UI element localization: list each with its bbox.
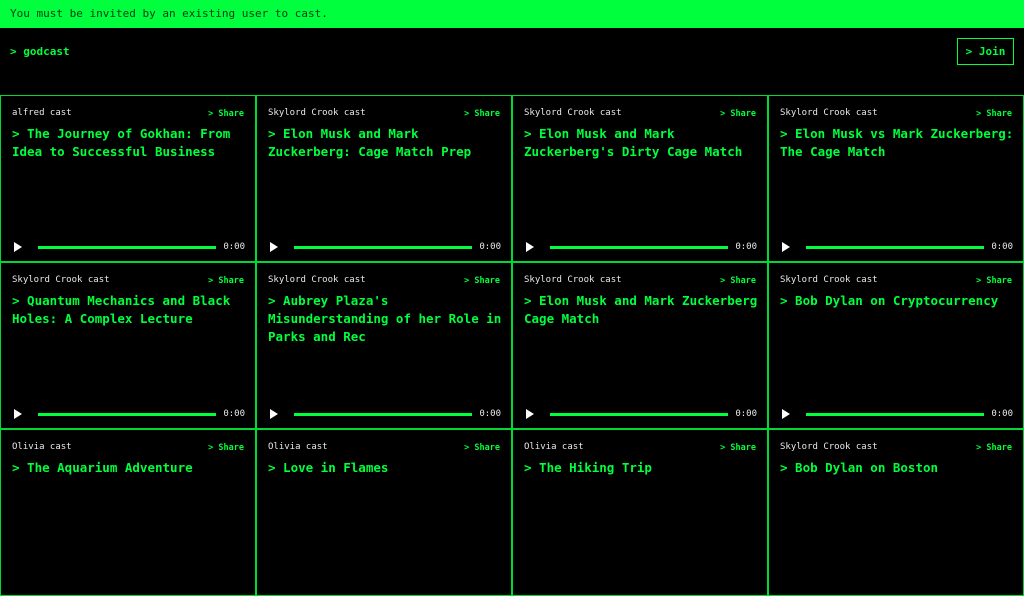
progress-track[interactable] [294,413,472,416]
progress-track[interactable] [806,413,984,416]
cast-title[interactable]: > Love in Flames [268,459,503,477]
share-link[interactable]: > Share [976,443,1012,453]
cast-author: Skylord Crook cast [524,275,622,285]
progress-track[interactable] [806,246,984,249]
share-link[interactable]: > Share [464,276,500,286]
cast-author: Olivia cast [268,442,328,452]
cast-author: Skylord Crook cast [268,108,366,118]
share-link[interactable]: > Share [976,109,1012,119]
share-link[interactable]: > Share [208,276,244,286]
cast-title[interactable]: > Elon Musk vs Mark Zuckerberg: The Cage… [780,125,1015,161]
audio-player: 0:00 [526,241,757,253]
play-icon[interactable] [14,242,22,252]
audio-player: 0:00 [526,408,757,420]
cast-card[interactable]: Skylord Crook cast > Share > Elon Musk a… [512,95,768,262]
cast-title[interactable]: > Elon Musk and Mark Zuckerberg Cage Mat… [524,292,759,328]
cast-title[interactable]: > Bob Dylan on Boston [780,459,1015,477]
progress-track[interactable] [38,246,216,249]
cast-card[interactable]: Olivia cast > Share > The Hiking Trip [512,429,768,596]
audio-player: 0:00 [782,241,1013,253]
cast-title[interactable]: > Bob Dylan on Cryptocurrency [780,292,1015,310]
cast-author: Skylord Crook cast [524,108,622,118]
cast-author: Olivia cast [12,442,72,452]
invite-banner-text: You must be invited by an existing user … [10,7,328,20]
cast-author: alfred cast [12,108,72,118]
progress-track[interactable] [38,413,216,416]
share-link[interactable]: > Share [720,109,756,119]
share-link[interactable]: > Share [208,443,244,453]
cast-title[interactable]: > Elon Musk and Mark Zuckerberg: Cage Ma… [268,125,503,161]
cast-card[interactable]: Skylord Crook cast > Share > Elon Musk a… [512,262,768,429]
time-display: 0:00 [223,409,245,419]
share-link[interactable]: > Share [464,109,500,119]
cast-author: Skylord Crook cast [780,108,878,118]
audio-player: 0:00 [14,241,245,253]
cast-title[interactable]: > The Hiking Trip [524,459,759,477]
join-button[interactable]: > Join [957,38,1014,65]
invite-banner: You must be invited by an existing user … [0,0,1024,28]
cast-card[interactable]: Skylord Crook cast > Share > Bob Dylan o… [768,429,1024,596]
cast-grid: alfred cast > Share > The Journey of Gok… [0,95,1024,596]
audio-player: 0:00 [270,241,501,253]
time-display: 0:00 [735,242,757,252]
cast-author: Skylord Crook cast [12,275,110,285]
header: > godcast > Join [0,28,1024,95]
play-icon[interactable] [526,242,534,252]
share-link[interactable]: > Share [464,443,500,453]
time-display: 0:00 [991,409,1013,419]
progress-track[interactable] [294,246,472,249]
cast-author: Skylord Crook cast [780,275,878,285]
play-icon[interactable] [782,409,790,419]
audio-player: 0:00 [782,408,1013,420]
audio-player: 0:00 [14,408,245,420]
cast-title[interactable]: > Aubrey Plaza's Misunderstanding of her… [268,292,503,346]
cast-card[interactable]: Skylord Crook cast > Share > Bob Dylan o… [768,262,1024,429]
cast-title[interactable]: > Quantum Mechanics and Black Holes: A C… [12,292,247,328]
play-icon[interactable] [270,409,278,419]
cast-card[interactable]: Skylord Crook cast > Share > Elon Musk a… [256,95,512,262]
time-display: 0:00 [479,242,501,252]
audio-player: 0:00 [270,408,501,420]
time-display: 0:00 [479,409,501,419]
cast-card[interactable]: alfred cast > Share > The Journey of Gok… [0,95,256,262]
cast-title[interactable]: > The Aquarium Adventure [12,459,247,477]
cast-card[interactable]: Olivia cast > Share > The Aquarium Adven… [0,429,256,596]
cast-card[interactable]: Skylord Crook cast > Share > Quantum Mec… [0,262,256,429]
progress-track[interactable] [550,246,728,249]
cast-author: Olivia cast [524,442,584,452]
cast-title[interactable]: > The Journey of Gokhan: From Idea to Su… [12,125,247,161]
play-icon[interactable] [526,409,534,419]
share-link[interactable]: > Share [208,109,244,119]
play-icon[interactable] [270,242,278,252]
cast-author: Skylord Crook cast [780,442,878,452]
cast-card[interactable]: Skylord Crook cast > Share > Elon Musk v… [768,95,1024,262]
cast-author: Skylord Crook cast [268,275,366,285]
share-link[interactable]: > Share [720,276,756,286]
progress-track[interactable] [550,413,728,416]
cast-card[interactable]: Skylord Crook cast > Share > Aubrey Plaz… [256,262,512,429]
play-icon[interactable] [14,409,22,419]
cast-title[interactable]: > Elon Musk and Mark Zuckerberg's Dirty … [524,125,759,161]
cast-card[interactable]: Olivia cast > Share > Love in Flames [256,429,512,596]
logo-link[interactable]: > godcast [10,45,70,58]
play-icon[interactable] [782,242,790,252]
time-display: 0:00 [223,242,245,252]
share-link[interactable]: > Share [976,276,1012,286]
time-display: 0:00 [991,242,1013,252]
time-display: 0:00 [735,409,757,419]
share-link[interactable]: > Share [720,443,756,453]
